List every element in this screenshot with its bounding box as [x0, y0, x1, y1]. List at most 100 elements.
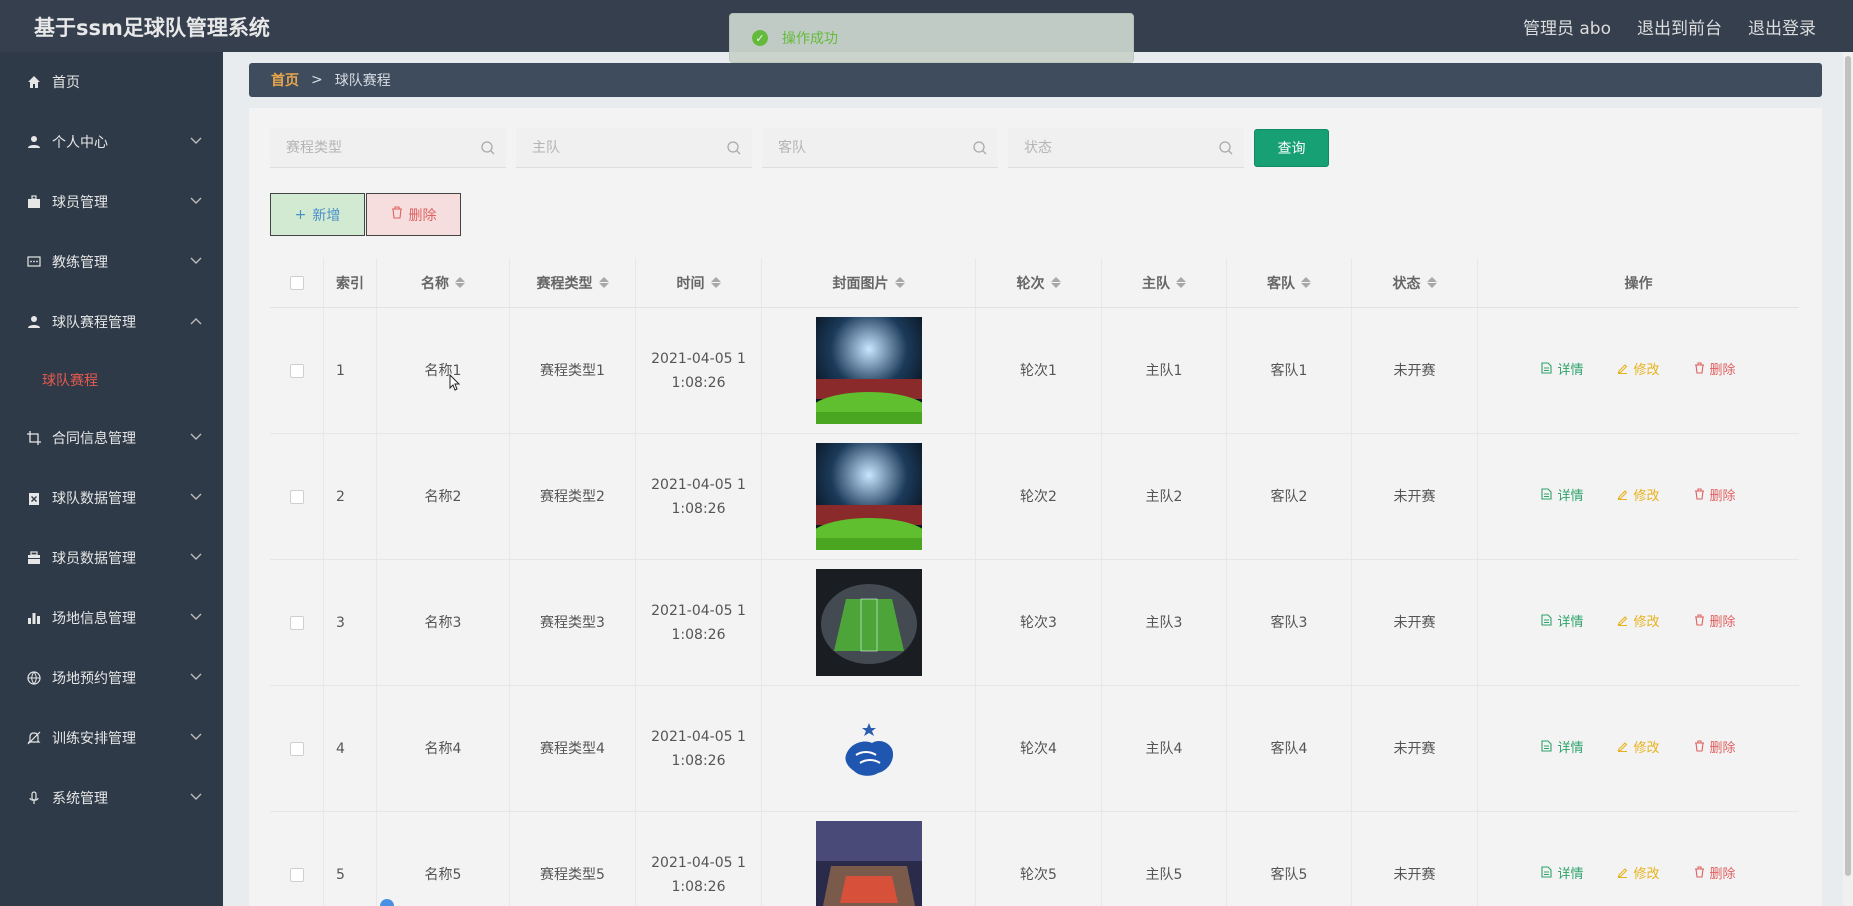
edit-button[interactable]: 修改	[1617, 737, 1660, 761]
sidebar-item-home[interactable]: 首页	[0, 52, 223, 112]
row-checkbox[interactable]	[289, 363, 304, 378]
status-search-input[interactable]	[1008, 128, 1244, 167]
breadcrumb-home[interactable]: 首页	[271, 70, 299, 90]
view-detail-button[interactable]: 详情	[1541, 863, 1583, 887]
cell-select	[270, 812, 324, 906]
row-checkbox[interactable]	[289, 489, 304, 504]
view-detail-button[interactable]: 详情	[1541, 485, 1583, 509]
edit-button[interactable]: 修改	[1617, 359, 1660, 383]
scrollbar-thumb[interactable]	[1845, 56, 1851, 876]
admin-user-label[interactable]: 管理员 abo	[1523, 14, 1611, 39]
header-away[interactable]: 客队	[1227, 258, 1352, 307]
page-scrollbar[interactable]	[1843, 52, 1853, 906]
header-time[interactable]: 时间	[636, 258, 762, 307]
delete-row-button[interactable]: 删除	[1694, 485, 1736, 509]
cover-image[interactable]	[815, 317, 922, 424]
success-toast: ✓ 操作成功	[729, 13, 1134, 63]
cell-home: 主队5	[1102, 812, 1227, 906]
cover-image[interactable]	[815, 695, 922, 802]
cell-time: 2021-04-05 11:08:26	[636, 686, 762, 811]
header-label: 封面图片	[832, 275, 889, 292]
cell-status: 未开赛	[1352, 560, 1478, 685]
header-round[interactable]: 轮次	[976, 258, 1102, 307]
sidebar-item-personal[interactable]: 个人中心	[0, 112, 223, 172]
row-actions: 详情 修改 删除	[1541, 485, 1736, 509]
sidebar-item-schedule[interactable]: 球队赛程管理	[0, 292, 223, 352]
row-actions: 详情 修改 删除	[1541, 359, 1736, 383]
header-label: 名称	[421, 275, 449, 292]
cell-status: 未开赛	[1352, 812, 1478, 906]
mouse-cursor-icon	[449, 373, 461, 396]
cell-name: 名称1	[377, 308, 510, 433]
add-button[interactable]: + 新增	[270, 193, 365, 236]
sort-icon[interactable]	[1176, 277, 1186, 288]
sidebar-item-venue-info[interactable]: 场地信息管理	[0, 588, 223, 648]
cell-round: 轮次3	[976, 560, 1102, 685]
header-label: 赛程类型	[536, 275, 593, 292]
delete-row-button[interactable]: 删除	[1694, 737, 1736, 761]
header-cover[interactable]: 封面图片	[762, 258, 976, 307]
home-icon	[26, 74, 42, 90]
logout-link[interactable]: 退出登录	[1748, 14, 1816, 39]
sort-icon[interactable]	[1426, 277, 1437, 288]
delete-label: 删除	[1709, 866, 1736, 882]
batch-delete-button[interactable]: 删除	[366, 193, 461, 236]
edit-button[interactable]: 修改	[1617, 485, 1660, 509]
sort-icon[interactable]	[1050, 277, 1061, 288]
type-search-input[interactable]	[270, 128, 506, 167]
sidebar-item-player-data[interactable]: 球员数据管理	[0, 528, 223, 588]
select-all-checkbox[interactable]	[289, 275, 304, 290]
cell-actions: 详情 修改 删除	[1478, 560, 1799, 685]
cover-image[interactable]	[815, 569, 922, 676]
edit-button[interactable]: 修改	[1617, 863, 1660, 887]
cover-image[interactable]	[815, 443, 922, 550]
sidebar-item-players[interactable]: 球员管理	[0, 172, 223, 232]
view-detail-button[interactable]: 详情	[1541, 737, 1583, 761]
row-actions: 详情 修改 删除	[1541, 611, 1736, 635]
sort-icon[interactable]	[455, 277, 465, 288]
delete-row-button[interactable]: 删除	[1694, 359, 1736, 383]
schedule-table: 索引 名称 赛程类型 时间 封面图片 轮次 主队 客队 状态 操作 1 名称1 赛程…	[270, 258, 1799, 906]
row-actions: 详情 修改 删除	[1541, 863, 1736, 887]
edit-button[interactable]: 修改	[1617, 611, 1660, 635]
home-team-search-input[interactable]	[516, 128, 752, 167]
sidebar-item-training[interactable]: 训练安排管理	[0, 708, 223, 768]
cell-index: 5	[324, 812, 377, 906]
header-name[interactable]: 名称	[377, 258, 510, 307]
cell-away: 客队2	[1227, 434, 1352, 559]
sidebar-item-label: 训练安排管理	[52, 731, 136, 747]
row-checkbox[interactable]	[289, 741, 304, 756]
main-panel: 查询 + 新增 删除 索引 名称 赛程类型 时间 封面图片 轮次 主队 客队 状…	[249, 108, 1822, 906]
sidebar-item-coaches[interactable]: 教练管理	[0, 232, 223, 292]
view-detail-button[interactable]: 详情	[1541, 359, 1583, 383]
cell-cover	[762, 308, 976, 433]
sidebar-item-contracts[interactable]: 合同信息管理	[0, 408, 223, 468]
sidebar-item-system[interactable]: 系统管理	[0, 768, 223, 828]
row-checkbox[interactable]	[289, 615, 304, 630]
time-text: 2021-04-05 11:08:26	[651, 476, 746, 517]
away-team-search-input[interactable]	[762, 128, 998, 167]
exit-to-front-link[interactable]: 退出到前台	[1637, 14, 1722, 39]
cell-actions: 详情 修改 删除	[1478, 434, 1799, 559]
sort-icon[interactable]	[1301, 277, 1311, 288]
search-icon	[1218, 140, 1234, 156]
query-button[interactable]: 查询	[1254, 129, 1329, 167]
delete-label: 删除	[1709, 488, 1736, 504]
view-detail-button[interactable]: 详情	[1541, 611, 1583, 635]
cover-image[interactable]	[815, 821, 922, 906]
sidebar-item-venue-booking[interactable]: 场地预约管理	[0, 648, 223, 708]
header-type[interactable]: 赛程类型	[510, 258, 636, 307]
delete-row-button[interactable]: 删除	[1694, 863, 1736, 887]
sort-icon[interactable]	[710, 277, 721, 288]
sidebar-subitem-schedule[interactable]: 球队赛程	[0, 352, 223, 408]
row-checkbox[interactable]	[289, 867, 304, 882]
sort-icon[interactable]	[894, 277, 905, 288]
cell-round: 轮次5	[976, 812, 1102, 906]
header-status[interactable]: 状态	[1352, 258, 1478, 307]
table-header: 索引 名称 赛程类型 时间 封面图片 轮次 主队 客队 状态 操作	[270, 258, 1799, 308]
chat-icon	[26, 254, 42, 270]
sidebar-item-team-data[interactable]: 球队数据管理	[0, 468, 223, 528]
sort-icon[interactable]	[598, 277, 609, 288]
delete-row-button[interactable]: 删除	[1694, 611, 1736, 635]
header-home[interactable]: 主队	[1102, 258, 1227, 307]
